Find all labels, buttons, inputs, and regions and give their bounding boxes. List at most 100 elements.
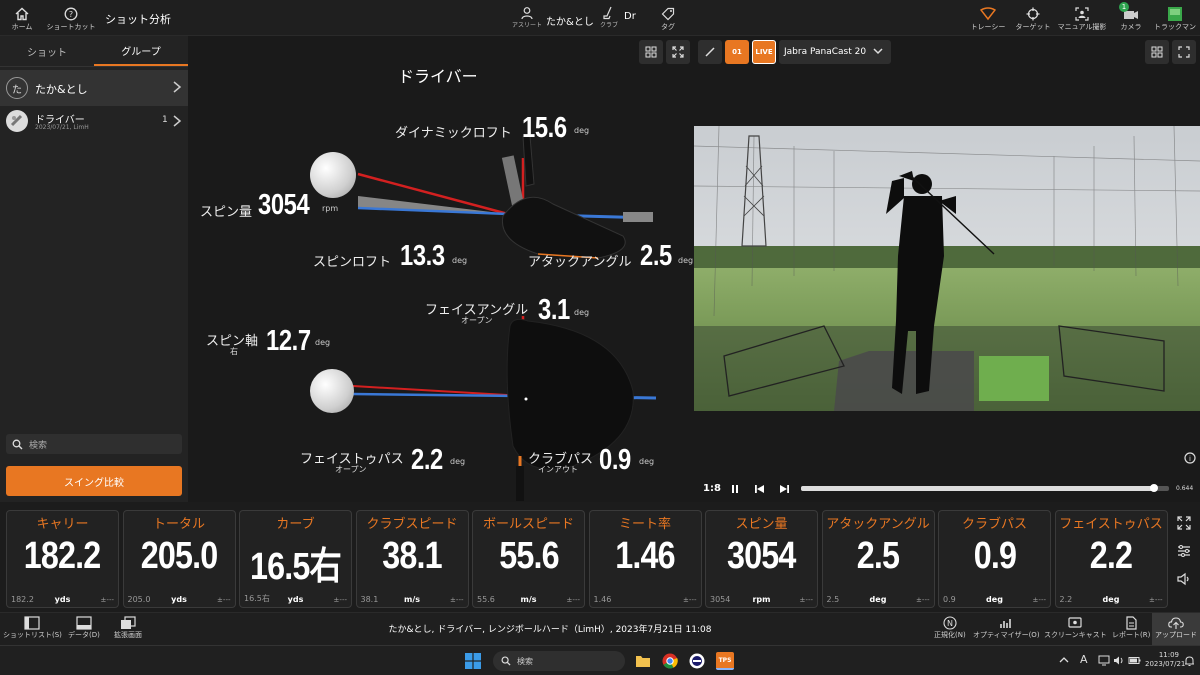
screencast-button[interactable]: スクリーンキャスト [1044,616,1107,640]
optimizer-button[interactable]: オプティマイザー(O) [973,616,1040,640]
chevron-up-icon[interactable] [1059,655,1069,665]
speaker-icon[interactable] [1177,572,1191,586]
playback-speed[interactable]: 1:8 [703,483,721,494]
grid-view-button[interactable] [639,40,663,64]
ime-indicator[interactable]: A [1080,653,1088,666]
player-name: たか&とし [35,83,88,96]
metric-title: トータル [152,517,205,532]
windows-start-icon[interactable] [465,653,481,669]
battery-icon[interactable] [1128,655,1141,666]
fullscreen-button[interactable] [666,40,690,64]
data-button[interactable]: データ(D) [68,616,100,640]
metric-card[interactable]: ミート率 1.46 1.46 ±--- [588,510,702,608]
report-label: レポート(R) [1112,631,1151,639]
metric-deviation: ±--- [916,596,930,604]
upload-button[interactable]: アップロード [1152,613,1200,646]
club-selector[interactable]: クラブ Dr [600,6,636,29]
windows-taskbar: 検索 TPS A 11:09 2023/07/21 [0,645,1200,675]
clock[interactable]: 11:09 2023/07/21 [1145,651,1185,669]
club-path-unit: deg [639,457,655,466]
metric-value: 16.5右 [240,535,351,590]
expand-screen-button[interactable]: 拡張画面 [114,616,142,640]
metric-card[interactable]: キャリー 182.2 182.2 yds ±--- [6,510,119,608]
face-to-path-value: 2.2 [411,444,443,476]
target-label: ターゲット [1015,23,1051,31]
avatar: た [6,77,28,99]
expand-icon[interactable] [1177,516,1191,530]
skip-forward-icon[interactable] [779,484,790,494]
camera-select[interactable]: Jabra PanaCast 20 [779,40,891,64]
face-angle-value: 3.1 [538,294,570,326]
spin-axis-sub: 右 [230,347,238,356]
volume-icon[interactable] [1113,655,1125,666]
metric-value-text: 2.5 [856,535,900,577]
metric-title: ボールスピード [482,517,574,532]
manual-capture-button[interactable]: マニュアル撮影 [1057,0,1107,36]
shortcut-button[interactable]: ? ショートカット [44,0,98,36]
metric-card[interactable]: トータル 205.0 205.0 yds ±--- [122,510,236,608]
metric-card[interactable]: フェイストゥパス 2.2 2.2 deg ±--- [1054,510,1168,608]
app-icon[interactable] [689,653,705,669]
trackman-button[interactable]: トラックマン [1154,0,1196,36]
metric-value-text: 38.1 [382,535,442,577]
grid-icon [645,46,657,58]
metric-card[interactable]: クラブスピード 38.1 38.1 m/s ±--- [355,510,469,608]
side-view-diagram [357,136,654,259]
dynamic-loft-unit: deg [574,126,590,135]
target-button[interactable]: ターゲット [1013,0,1053,36]
golf-ball-top [310,369,354,413]
group-date: 2023/07/21, LimH [35,124,89,131]
info-icon[interactable]: i [1184,452,1196,464]
pause-icon[interactable] [730,484,740,494]
device-icon[interactable] [1098,655,1110,666]
home-button[interactable]: ホーム [8,0,36,36]
video-scrubber[interactable] [801,484,1169,492]
scrubber-handle[interactable] [1150,484,1159,492]
grid-view-button[interactable] [1145,40,1169,64]
player-row[interactable]: た たか&とし [0,70,188,106]
chrome-icon[interactable] [662,653,678,669]
shot-list-button[interactable]: ショットリスト(S) [3,616,62,640]
spin-axis-unit: deg [315,338,331,347]
normalize-button[interactable]: N 正規化(N) [934,616,966,640]
metric-card[interactable]: クラブパス 0.9 0.9 deg ±--- [938,510,1051,608]
fullscreen-button[interactable] [1172,40,1196,64]
settings-sliders-icon[interactable] [1177,544,1191,558]
tps-app-icon[interactable]: TPS [716,652,734,670]
swing-compare-button[interactable]: スイング比較 [6,466,182,496]
tracer-button[interactable]: トレーシー [968,0,1008,36]
dynamic-loft-label: ダイナミックロフト [395,126,512,141]
metric-title: キャリー [36,517,89,532]
camera-button[interactable]: 1 カメラ [1116,0,1146,36]
group-row[interactable]: ドライバー 2023/07/21, LimH 1 [0,106,188,138]
status-text: たか&とし, ドライバー, レンジボールハード（LimH）, 2023年7月21… [388,625,712,635]
record-button[interactable]: 01 [725,40,749,64]
metric-card[interactable]: スピン量 3054 3054 rpm ±--- [705,510,818,608]
draw-tool-button[interactable] [698,40,722,64]
metric-title: アタックアングル [826,517,930,532]
swing-video-frame[interactable] [694,126,1200,411]
folder-icon[interactable] [635,653,651,669]
tag-label: タグ [661,23,675,31]
face-angle-unit: deg [574,308,590,317]
taskbar-search[interactable]: 検索 [493,651,625,671]
metric-card[interactable]: ボールスピード 55.6 55.6 m/s ±--- [472,510,585,608]
metric-card[interactable]: アタックアングル 2.5 2.5 deg ±--- [821,510,935,608]
windows-icon [120,616,136,630]
tab-group[interactable]: グループ [94,36,188,66]
home-icon [13,5,31,23]
skip-back-icon[interactable] [754,484,765,494]
metric-title: クラブスピード [366,517,458,532]
page-title: ショット分析 [105,13,171,26]
tag-button[interactable]: タグ [656,0,680,36]
metric-card[interactable]: カーブ 16.5右 16.5右 yds ±--- [239,510,352,608]
athlete-name: たか&とし [546,17,594,28]
tracer-label: トレーシー [970,23,1006,31]
tab-shot[interactable]: ショット [0,36,94,66]
athlete-selector[interactable]: アスリート たか&とし [512,6,594,29]
manual-capture-label: マニュアル撮影 [1057,23,1107,31]
search-field[interactable]: 検索 [6,434,182,454]
live-button[interactable]: LIVE [752,40,776,64]
notification-bell-icon[interactable] [1184,655,1195,667]
report-button[interactable]: レポート(R) [1112,616,1150,640]
